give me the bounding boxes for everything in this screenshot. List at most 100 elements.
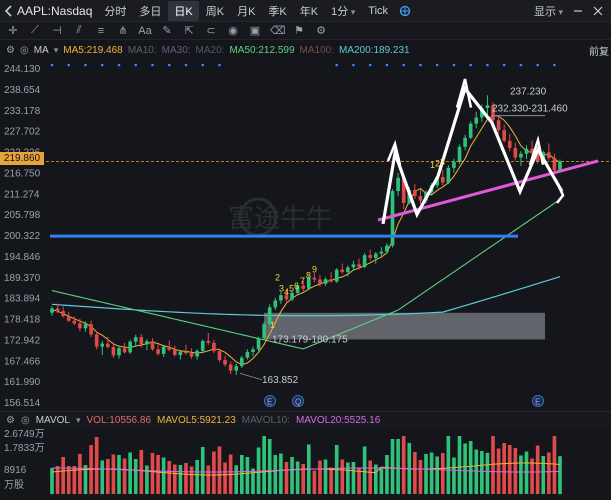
candle-body bbox=[312, 277, 317, 280]
volume-bar bbox=[357, 468, 361, 494]
event-marker bbox=[469, 63, 472, 67]
event-marker bbox=[486, 63, 489, 67]
volume-chart[interactable]: 2.6749万 1.7833万 8916 万股 bbox=[0, 429, 611, 500]
volume-bar bbox=[223, 462, 227, 494]
candlestick-chart[interactable]: 244.130238.654233.178227.702222.226216.7… bbox=[0, 59, 611, 411]
symbol-selector[interactable]: AAPL:Nasdaq bbox=[0, 0, 98, 21]
tab-timeframe-4[interactable]: 月K bbox=[231, 1, 261, 21]
candle-body bbox=[94, 334, 99, 347]
event-marker bbox=[402, 63, 405, 67]
flag-icon[interactable]: ⚑ bbox=[292, 24, 306, 37]
channel-icon[interactable]: ⫽ bbox=[72, 24, 86, 37]
event-marker bbox=[167, 63, 171, 67]
candle-body bbox=[513, 148, 518, 158]
candle-body bbox=[468, 123, 473, 138]
tab-timeframe-2[interactable]: 日K bbox=[168, 0, 199, 21]
event-marker bbox=[50, 63, 54, 67]
price-tick-label: 216.750 bbox=[4, 168, 41, 179]
volume-bar bbox=[373, 464, 378, 494]
event-marker bbox=[84, 63, 87, 67]
chevron-down-icon[interactable]: ▾ bbox=[76, 415, 81, 426]
brush-icon[interactable]: ✎ bbox=[160, 24, 174, 37]
volume-bar bbox=[435, 456, 440, 494]
fibonacci-icon[interactable]: ≡ bbox=[94, 25, 108, 37]
volume-bar bbox=[329, 467, 333, 494]
ma-indicator-label[interactable]: MA bbox=[34, 45, 49, 56]
vol-value: VOL:10556.86 bbox=[86, 415, 152, 426]
display-menu[interactable]: 显示 ▾ bbox=[534, 3, 563, 19]
sync-icon[interactable] bbox=[398, 5, 412, 17]
tab-timeframe-3[interactable]: 周K bbox=[200, 1, 230, 21]
text-tool-icon[interactable]: Aa bbox=[138, 25, 152, 37]
price-tick-label: 227.702 bbox=[4, 127, 41, 138]
tab-timeframe-7[interactable]: 1分 bbox=[325, 1, 361, 21]
volume-bar bbox=[290, 457, 294, 494]
candle-body bbox=[290, 292, 294, 300]
crosshair-icon[interactable]: ✛ bbox=[6, 24, 20, 37]
candle-body bbox=[55, 308, 60, 312]
volume-bar bbox=[239, 455, 244, 494]
candle-body bbox=[547, 152, 551, 158]
volume-legend: ⚙ ◎ MAVOL ▾ VOL:10556.86 MAVOL5:5921.23 … bbox=[0, 411, 611, 429]
adjust-label[interactable]: 前复 bbox=[589, 43, 609, 58]
candle-body bbox=[418, 196, 423, 201]
tab-timeframe-6[interactable]: 年K bbox=[294, 1, 324, 21]
event-marker bbox=[368, 63, 372, 67]
eye-toggle-icon[interactable]: ◎ bbox=[21, 415, 30, 426]
volume-bar bbox=[413, 452, 417, 494]
top-bar: AAPL:Nasdaq 分时多日日K周K月K季K年K1分Tick 显示 ▾ bbox=[0, 0, 611, 22]
volume-bar bbox=[440, 453, 445, 494]
volume-bar bbox=[362, 446, 367, 494]
mavol-indicator-label[interactable]: MAVOL bbox=[36, 415, 70, 426]
wave-count-label: 8 bbox=[306, 270, 311, 280]
candle-body bbox=[72, 320, 77, 324]
eye-toggle-icon[interactable]: ◎ bbox=[20, 45, 29, 56]
wave-count-label: 6 bbox=[294, 281, 299, 291]
event-marker bbox=[419, 63, 422, 67]
tab-timeframe-8[interactable]: Tick bbox=[362, 3, 394, 19]
pitchfork-icon[interactable]: ⋔ bbox=[116, 24, 130, 37]
current-price-tag: 219.860 bbox=[0, 152, 44, 165]
volume-bar bbox=[78, 454, 82, 494]
wave-count-label: 3 bbox=[440, 157, 445, 167]
volume-bar bbox=[267, 439, 272, 494]
measure-icon[interactable]: ⇱ bbox=[182, 24, 196, 37]
horizontal-line-icon[interactable]: ⊣ bbox=[50, 24, 64, 37]
volume-bar bbox=[189, 466, 194, 494]
settings-icon[interactable]: ⚙ bbox=[6, 415, 15, 426]
price-tick-label: 205.798 bbox=[4, 210, 41, 221]
mavol10-value: MAVOL10: bbox=[241, 415, 290, 426]
candle-body bbox=[106, 343, 110, 348]
eye-icon[interactable]: ◉ bbox=[226, 24, 240, 37]
ma20-value: MA20: bbox=[195, 44, 225, 56]
lock-icon[interactable]: ▣ bbox=[248, 24, 262, 37]
chevron-down-icon: ▾ bbox=[555, 6, 563, 17]
tab-timeframe-1[interactable]: 多日 bbox=[133, 1, 167, 21]
chevron-left-icon[interactable] bbox=[4, 4, 13, 17]
symbol-label[interactable]: AAPL:Nasdaq bbox=[17, 4, 92, 18]
volume-bar bbox=[161, 457, 166, 494]
candle-body bbox=[206, 340, 211, 343]
volume-bar bbox=[94, 437, 99, 494]
settings-icon[interactable]: ⚙ bbox=[6, 45, 15, 56]
volume-bar bbox=[452, 457, 456, 494]
tab-timeframe-5[interactable]: 季K bbox=[262, 1, 292, 21]
event-marker bbox=[117, 63, 121, 67]
chevron-down-icon[interactable]: ▾ bbox=[54, 45, 59, 56]
minimize-icon[interactable] bbox=[573, 6, 583, 16]
candle-body bbox=[212, 342, 216, 352]
volume-bar bbox=[128, 452, 132, 494]
close-icon[interactable] bbox=[593, 6, 603, 16]
mavol20-line bbox=[51, 467, 561, 473]
magnet-icon[interactable]: ⊂ bbox=[204, 24, 218, 37]
settings-icon[interactable]: ⚙ bbox=[314, 24, 328, 37]
trend-line-icon[interactable]: ⟋ bbox=[28, 24, 42, 37]
volume-bar bbox=[195, 460, 199, 494]
candle-body bbox=[200, 340, 205, 351]
volume-bar bbox=[100, 460, 105, 494]
volume-bar bbox=[172, 464, 177, 494]
volume-bar bbox=[111, 454, 116, 494]
trash-icon[interactable]: ⌫ bbox=[270, 24, 286, 37]
candle-body bbox=[195, 350, 199, 357]
tab-timeframe-0[interactable]: 分时 bbox=[98, 1, 132, 21]
